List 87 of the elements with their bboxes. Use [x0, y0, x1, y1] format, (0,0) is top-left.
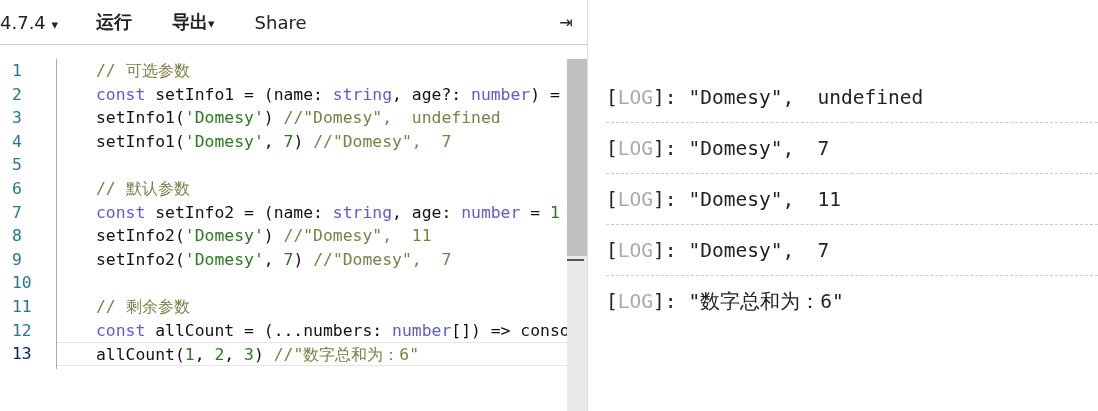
line-number: 12	[11, 319, 33, 342]
code-number: 7	[283, 131, 294, 151]
code-keyword: const	[96, 84, 146, 104]
log-tag: LOG	[617, 290, 653, 313]
code-text: ,	[263, 131, 275, 151]
version-dropdown[interactable]: 4.7.4 ▾	[0, 11, 59, 33]
code-text: setInfo2(	[96, 226, 185, 246]
log-tag: LOG	[617, 238, 653, 262]
line-number: 7	[11, 201, 23, 224]
line-number: 1	[11, 60, 23, 82]
log-tag: LOG	[617, 85, 653, 109]
code-text: =	[529, 202, 542, 222]
code-text: ,	[263, 249, 275, 269]
log-tag: LOG	[617, 136, 653, 160]
code-keyword: number	[471, 84, 531, 104]
code-number: 1	[549, 202, 560, 222]
code-keyword: string	[332, 202, 393, 222]
log-bracket: [	[606, 187, 618, 211]
log-tag: LOG	[617, 187, 653, 211]
log-bracket: [	[606, 85, 618, 109]
code-text: , age?:	[392, 84, 463, 104]
line-number: 2	[11, 83, 23, 106]
scrollbar[interactable]	[567, 59, 587, 411]
export-menu[interactable]: 导出▾	[172, 10, 215, 34]
code-text: setInfo1(	[96, 131, 185, 151]
collapse-button[interactable]: ⇥	[559, 12, 573, 32]
code-comment: //"Domesy", undefined	[283, 108, 501, 128]
log-bracket: [	[606, 136, 618, 160]
code-text: )	[263, 226, 275, 246]
log-bracket: [	[606, 290, 618, 313]
code-comment: //"数字总和为：6"	[273, 345, 420, 365]
toolbar-button[interactable]: Share	[254, 11, 307, 33]
log-message: "Domesy", 7	[688, 238, 830, 262]
code-string: 'Domesy'	[184, 108, 264, 128]
line-number: 10	[11, 272, 33, 295]
log-message: "Domesy", 7	[688, 136, 830, 160]
log-bracket: ]:	[653, 136, 677, 160]
code-text: setInfo1 = (name:	[154, 84, 324, 104]
code-comment: // 可选参数	[96, 61, 190, 80]
code-keyword: number	[461, 202, 521, 222]
code-number: 3	[244, 345, 254, 365]
code-text: allCount = (...numbers:	[154, 320, 384, 340]
code-comment: //"Domesy", 11	[283, 226, 432, 246]
line-number: 9	[11, 248, 23, 271]
code-string: 'Domesy'	[184, 249, 264, 269]
code-comment: // 剩余参数	[96, 296, 190, 316]
log-message: "Domesy", 11	[688, 187, 842, 211]
code-number: 7	[283, 249, 294, 269]
line-number: 6	[11, 177, 23, 200]
line-number: 8	[11, 225, 23, 248]
code-keyword: number	[392, 320, 452, 340]
line-number: 13	[11, 343, 33, 366]
log-bracket: [	[606, 238, 618, 262]
code-string: 'Domesy'	[184, 226, 264, 246]
line-number: 5	[11, 154, 23, 177]
code-text: setInfo2(	[96, 249, 185, 269]
code-keyword: string	[332, 84, 393, 104]
code-text: ,	[194, 345, 206, 365]
code-comment: //"Domesy", 7	[313, 131, 452, 151]
code-text: ) =	[530, 84, 560, 104]
toolbar-button[interactable]: 运行	[96, 10, 133, 34]
code-text: ,	[224, 345, 236, 365]
line-number: 4	[11, 130, 23, 153]
line-number: 11	[11, 295, 33, 318]
code-text: setInfo2 = (name:	[154, 202, 324, 222]
code-comment: //"Domesy", 7	[313, 249, 452, 269]
code-text: , age:	[392, 202, 453, 222]
log-bracket: ]:	[653, 85, 677, 109]
code-keyword: const	[96, 202, 146, 222]
code-text: )	[293, 249, 305, 269]
line-number: 3	[11, 107, 23, 130]
code-text: allCount(	[96, 345, 185, 365]
code-number: 2	[214, 345, 225, 365]
code-keyword: const	[96, 320, 146, 340]
code-string: 'Domesy'	[184, 131, 264, 151]
log-bracket: ]:	[653, 290, 677, 313]
code-text: )	[263, 108, 275, 128]
log-message: "Domesy", undefined	[688, 85, 924, 109]
code-text: )	[253, 345, 265, 365]
log-bracket: ]:	[653, 187, 677, 211]
code-text: )	[293, 131, 305, 151]
code-text: setInfo1(	[96, 108, 185, 128]
log-bracket: ]:	[653, 238, 677, 262]
log-message: "数字总和为：6"	[688, 289, 844, 315]
code-number: 1	[184, 345, 195, 365]
scrollbar-thumb[interactable]	[567, 59, 587, 256]
code-comment: // 默认参数	[96, 178, 190, 198]
